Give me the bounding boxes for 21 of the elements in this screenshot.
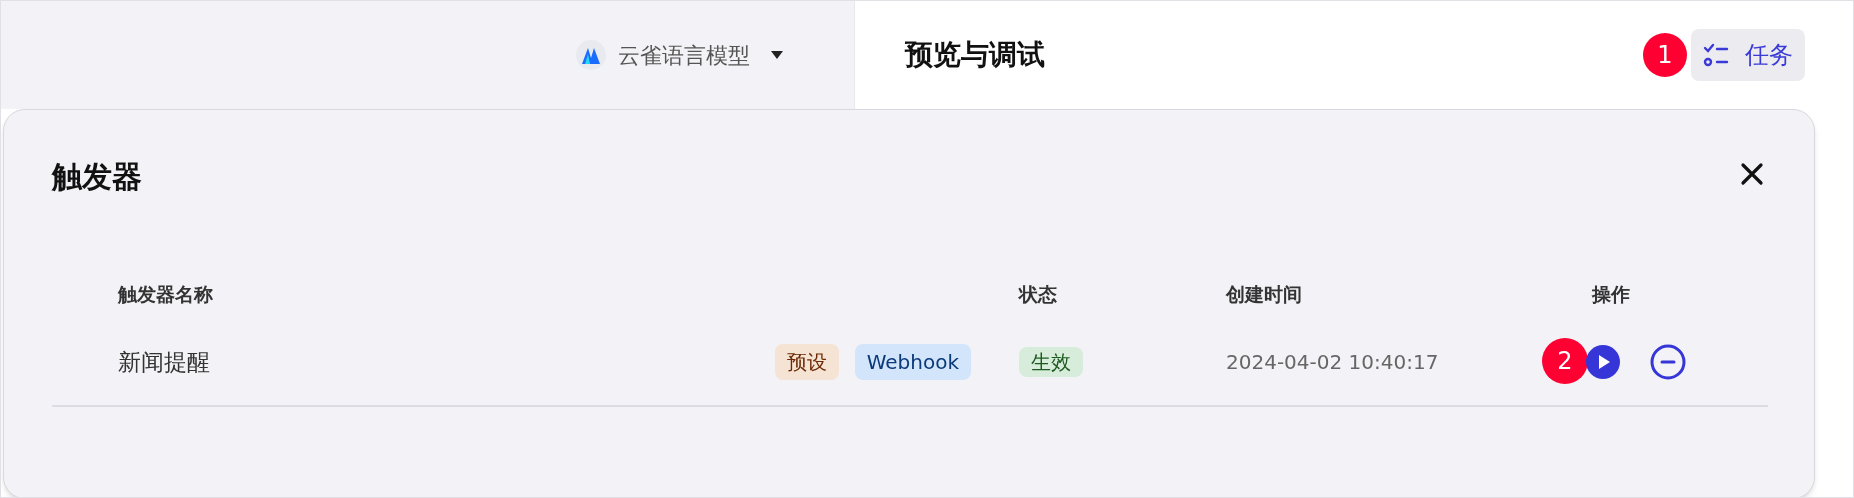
step-badge: 1	[1643, 33, 1687, 77]
tag: 预设	[774, 344, 839, 380]
tasks-button[interactable]: 任务	[1691, 29, 1805, 81]
tag: Webhook	[854, 344, 971, 380]
column-header: 操作	[1590, 281, 1631, 307]
model-selector[interactable]: 云雀语言模型	[576, 38, 784, 72]
column-header: 创建时间	[1226, 281, 1303, 307]
trigger-name: 新闻提醒	[118, 347, 211, 377]
column-header: 状态	[1019, 281, 1058, 307]
page-title: 预览与调试	[905, 37, 1045, 73]
mountain-logo-icon	[576, 40, 606, 70]
close-icon[interactable]	[1740, 162, 1764, 186]
step-badge: 2	[1542, 338, 1588, 384]
column-header: 触发器名称	[117, 281, 214, 307]
created-time: 2024-04-02 10:40:17	[1226, 349, 1440, 376]
checklist-icon	[1703, 42, 1729, 68]
caret-icon	[770, 50, 784, 60]
panel-title: 触发器	[52, 158, 142, 196]
play-icon[interactable]	[1586, 345, 1620, 379]
status-tag: 生效	[1019, 347, 1083, 377]
remove-icon[interactable]	[1650, 344, 1686, 380]
